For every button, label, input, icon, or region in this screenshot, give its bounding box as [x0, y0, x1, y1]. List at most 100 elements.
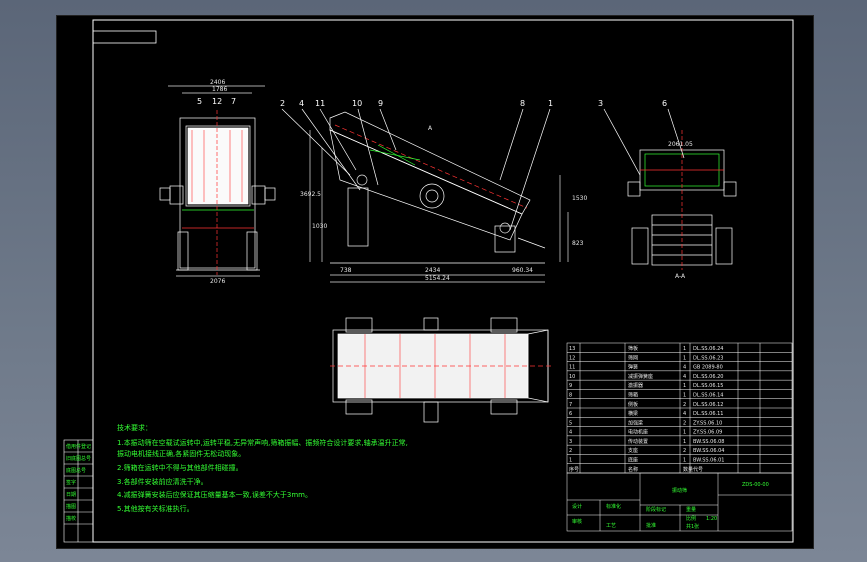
parts-cell: 1 [683, 393, 686, 399]
parts-cell: 传动装置 [628, 438, 648, 445]
parts-cell: 1 [683, 458, 686, 464]
svg-text:4.减振弹簧安装后应保证其压缩量基本一致,误差不大于3mm。: 4.减振弹簧安装后应保证其压缩量基本一致,误差不大于3mm。 [117, 490, 312, 499]
parts-cell: 1 [569, 458, 572, 464]
svg-text:振动电机接线正确,各紧固件无松动现象。: 振动电机接线正确,各紧固件无松动现象。 [117, 449, 245, 458]
svg-text:1: 1 [548, 99, 553, 108]
svg-text:5154.24: 5154.24 [425, 275, 450, 282]
svg-text:A: A [428, 125, 433, 132]
binding-strip-labels: 借用件登记 旧底图总号 底图总号 签字 日期 描图 描校 [66, 443, 91, 522]
drawing-canvas[interactable]: 借用件登记 旧底图总号 底图总号 签字 日期 描图 描校 2406 1786 5… [0, 0, 867, 562]
parts-cell: 代号 [693, 466, 703, 473]
parts-cell: 13 [569, 346, 575, 352]
svg-text:签字: 签字 [66, 479, 76, 486]
svg-text:振动筛: 振动筛 [672, 487, 687, 494]
svg-text:批准: 批准 [646, 522, 656, 529]
side-view[interactable] [281, 108, 569, 283]
parts-cell: 10 [569, 374, 575, 380]
technical-notes: 技术要求： 1.本振动筛在空载试运转中,运转平稳,无异常声响,筛箱振幅、振频符合… [117, 423, 408, 513]
parts-cell: 11 [569, 365, 575, 371]
parts-cell: DL.SS.06.24 [693, 346, 723, 352]
svg-text:审核: 审核 [572, 518, 582, 525]
parts-cell: 筛板 [628, 345, 638, 352]
parts-cell: 2 [683, 448, 686, 454]
parts-cell: DL.SS.06.23 [693, 355, 723, 361]
section-view-aa[interactable] [603, 108, 737, 270]
parts-cell: 6 [569, 411, 572, 417]
parts-cell: 1 [683, 439, 686, 445]
svg-text:底图总号: 底图总号 [66, 467, 86, 474]
svg-text:共1张: 共1张 [686, 523, 699, 530]
parts-cell: ZY.SS.06.09 [693, 430, 722, 436]
parts-list-rows [567, 352, 792, 464]
svg-text:工艺: 工艺 [606, 523, 616, 529]
svg-text:日期: 日期 [66, 492, 76, 498]
parts-cell: DL.SS.06.12 [693, 402, 723, 408]
svg-text:11: 11 [315, 99, 325, 108]
parts-cell: 底座 [628, 457, 638, 464]
svg-text:738: 738 [340, 267, 352, 274]
parts-cell: ZY.SS.06.10 [693, 420, 722, 426]
svg-text:1786: 1786 [212, 86, 227, 93]
parts-cell: GB 2089-80 [693, 365, 723, 371]
parts-cell: 1 [683, 430, 686, 436]
parts-cell: 加强梁 [628, 419, 643, 426]
svg-text:1530: 1530 [572, 195, 587, 202]
svg-text:ZDS-00-00: ZDS-00-00 [742, 482, 769, 488]
parts-cell: 2 [683, 402, 686, 408]
parts-cell: 弹簧 [628, 364, 638, 371]
svg-text:10: 10 [352, 99, 362, 108]
parts-cell: 4 [683, 365, 686, 371]
svg-text:960.34: 960.34 [512, 267, 533, 274]
parts-list-text: 13 筛板 1 DL.SS.06.2412 筛网 1 DL.SS.06.2311 弹簧 4 GB … [569, 345, 724, 473]
cad-viewport[interactable]: 借用件登记 旧底图总号 底图总号 签字 日期 描图 描校 2406 1786 5… [0, 0, 867, 562]
svg-text:2.筛箱在运转中不得与其他部件相碰撞。: 2.筛箱在运转中不得与其他部件相碰撞。 [117, 463, 243, 472]
parts-cell: 侧板 [628, 401, 638, 408]
svg-text:3.各部件安装前应清洗干净。: 3.各部件安装前应清洗干净。 [117, 477, 208, 486]
parts-cell: 5 [569, 420, 572, 426]
parts-cell: 8 [569, 393, 572, 399]
parts-list[interactable] [566, 342, 793, 474]
svg-text:阶段标记: 阶段标记 [646, 506, 666, 513]
svg-text:2406: 2406 [210, 79, 225, 86]
parts-cell: 筛箱 [628, 392, 638, 399]
svg-text:A-A: A-A [675, 273, 686, 280]
svg-text:旧底图总号: 旧底图总号 [66, 455, 91, 462]
svg-text:1.本振动筛在空载试运转中,运转平稳,无异常声响,筛箱振幅、: 1.本振动筛在空载试运转中,运转平稳,无异常声响,筛箱振幅、振频符合设计要求,轴… [117, 438, 408, 447]
parts-cell: 名称 [628, 466, 638, 473]
svg-text:6: 6 [662, 99, 667, 108]
svg-text:重量: 重量 [686, 506, 696, 513]
section-view-labels: 3 6 2061.05 A-A [598, 99, 693, 280]
parts-cell: 横梁 [628, 410, 638, 417]
svg-text:9: 9 [378, 99, 383, 108]
parts-cell: 数量 [683, 466, 693, 473]
parts-cell: BW.SS.06.08 [693, 439, 724, 445]
parts-cell: BW.SS.06.04 [693, 448, 724, 454]
parts-cell: 4 [683, 411, 686, 417]
parts-cell: 4 [683, 374, 686, 380]
parts-cell: 激振器 [628, 382, 643, 389]
parts-cell: BW.SS.06.01 [693, 458, 724, 464]
parts-cell: 2 [569, 448, 572, 454]
parts-cell: 电动机座 [628, 429, 648, 436]
svg-text:描校: 描校 [66, 515, 76, 522]
svg-text:1:20: 1:20 [706, 516, 717, 522]
svg-text:技术要求：: 技术要求： [117, 423, 152, 432]
parts-cell: 4 [569, 430, 572, 436]
parts-cell: 1 [683, 383, 686, 389]
parts-cell: 2 [683, 420, 686, 426]
parts-cell: DL.SS.06.15 [693, 383, 723, 389]
svg-text:8: 8 [520, 99, 525, 108]
parts-cell: DL.SS.06.20 [693, 374, 723, 380]
parts-cell: 1 [683, 355, 686, 361]
parts-cell: 支座 [628, 447, 638, 454]
svg-text:4: 4 [299, 99, 304, 108]
parts-cell: 减振弹簧座 [628, 373, 653, 380]
svg-text:5: 5 [197, 97, 202, 106]
svg-text:5.其他按有关标准执行。: 5.其他按有关标准执行。 [117, 504, 194, 513]
title-block-text: 振动筛 ZDS-00-00 设计 标准化 阶段标记 重量 比例 1:20 审核 … [572, 482, 769, 530]
plan-view[interactable] [330, 317, 552, 423]
svg-text:12: 12 [212, 97, 222, 106]
parts-cell: 3 [569, 439, 572, 445]
front-view[interactable] [159, 85, 276, 277]
svg-text:设计: 设计 [572, 503, 582, 510]
